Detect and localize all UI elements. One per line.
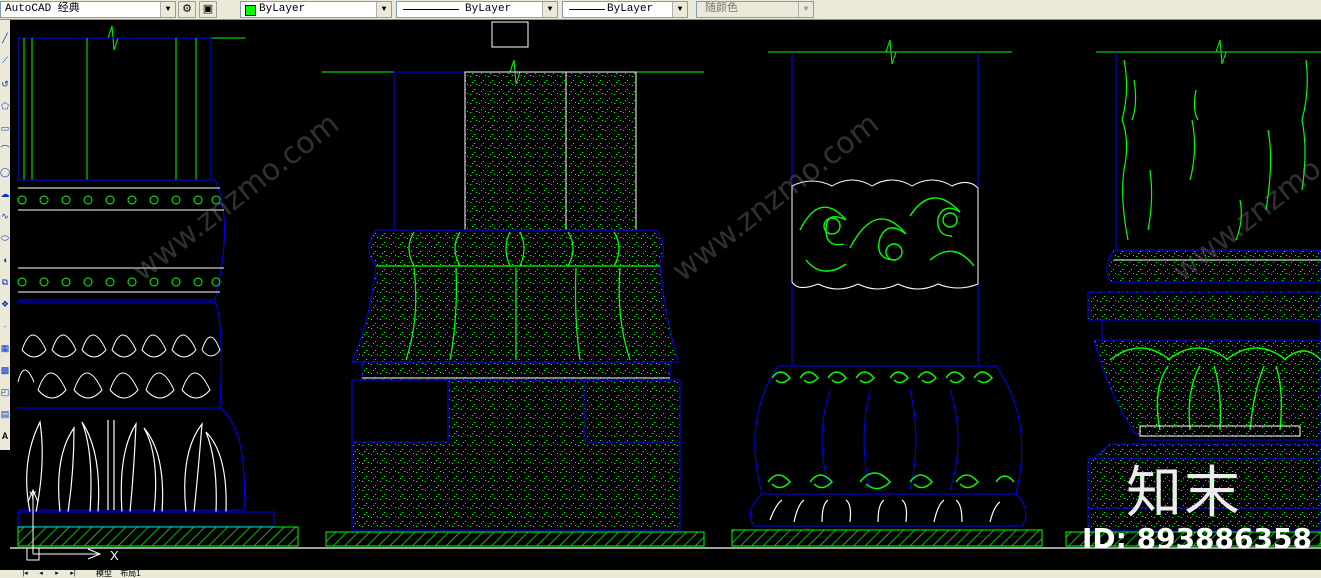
construction-line-icon[interactable]: ⟋ (0, 54, 10, 66)
watermark-logo: 知末 (1126, 461, 1242, 526)
watermark-id: ID: 893886358 (1082, 522, 1312, 555)
workspace-dropdown[interactable]: AutoCAD 经典 ▼ (0, 1, 176, 18)
linetype-value: ByLayer (465, 3, 512, 15)
circle-icon[interactable]: ◯ (0, 166, 10, 178)
line-icon[interactable]: ╱ (0, 32, 10, 44)
color-swatch (245, 5, 256, 16)
dropdown-arrow-icon[interactable]: ▼ (672, 2, 687, 17)
ellipse-icon[interactable]: ⬭ (0, 232, 10, 244)
hatch-icon[interactable]: ▦ (0, 342, 10, 354)
ucs-y-label: Y (29, 490, 37, 502)
dropdown-arrow-icon[interactable]: ▼ (376, 2, 391, 17)
plotstyle-dropdown[interactable]: 随颜色 ▼ (696, 1, 814, 18)
properties-toolbar: AutoCAD 经典 ▼ ⚙ ▣ ByLayer ▼ ByLayer ▼ ByL… (0, 0, 1321, 20)
workspace-save-icon[interactable]: ▣ (199, 1, 217, 18)
settings-gear-icon[interactable]: ⚙ (178, 1, 196, 18)
rectangle-icon[interactable]: ▭ (0, 122, 10, 134)
insert-block-icon[interactable]: ⧉ (0, 276, 10, 288)
text-icon[interactable]: A (0, 430, 10, 442)
column-base-drum (731, 39, 1043, 547)
column-base-lotus (17, 25, 299, 547)
drawing-tag-box (491, 21, 529, 48)
next-tab-icon[interactable]: ▸ (52, 570, 62, 578)
polygon-icon[interactable]: ⬠ (0, 100, 10, 112)
tab-model[interactable]: 模型 (96, 569, 112, 578)
tab-layout1[interactable]: 布局1 (120, 569, 140, 578)
color-dropdown[interactable]: ByLayer ▼ (240, 1, 392, 18)
lineweight-sample (569, 9, 605, 10)
arc-icon[interactable]: ⌒ (0, 144, 10, 156)
table-icon[interactable]: ▤ (0, 408, 10, 420)
draw-toolbar: ╱ ⟋ ↺ ⬠ ▭ ⌒ ◯ ☁ ∿ ⬭ ◖ ⧉ ❖ · ▦ ▩ ◰ ▤ A (0, 20, 10, 450)
dropdown-arrow-icon[interactable]: ▼ (160, 2, 175, 17)
gradient-icon[interactable]: ▩ (0, 364, 10, 376)
color-value: ByLayer (259, 3, 306, 15)
plotstyle-value: 随颜色 (705, 3, 738, 15)
spline-icon[interactable]: ∿ (0, 210, 10, 222)
column-base-granite (322, 21, 705, 547)
make-block-icon[interactable]: ❖ (0, 298, 10, 310)
ellipse-arc-icon[interactable]: ◖ (0, 254, 10, 266)
prev-tab-icon[interactable]: ◂ (36, 570, 46, 578)
first-tab-icon[interactable]: |◂ (20, 570, 30, 578)
last-tab-icon[interactable]: ▸| (68, 570, 78, 578)
dropdown-arrow-icon[interactable]: ▼ (542, 2, 557, 17)
layout-tab-bar: |◂ ◂ ▸ ▸| 模型 布局1 (0, 570, 1321, 578)
lineweight-dropdown[interactable]: ByLayer ▼ (562, 1, 688, 18)
region-icon[interactable]: ◰ (0, 386, 10, 398)
linetype-dropdown[interactable]: ByLayer ▼ (396, 1, 558, 18)
revision-cloud-icon[interactable]: ☁ (0, 188, 10, 200)
dropdown-arrow-icon[interactable]: ▼ (798, 2, 813, 17)
ucs-x-label: X (110, 548, 119, 563)
linetype-sample (403, 9, 459, 10)
lineweight-value: ByLayer (607, 3, 654, 15)
workspace-value: AutoCAD 经典 (5, 3, 80, 15)
polyline-icon[interactable]: ↺ (0, 78, 10, 90)
drawing-canvas[interactable]: X Y (10, 20, 1321, 570)
point-icon[interactable]: · (0, 320, 10, 332)
